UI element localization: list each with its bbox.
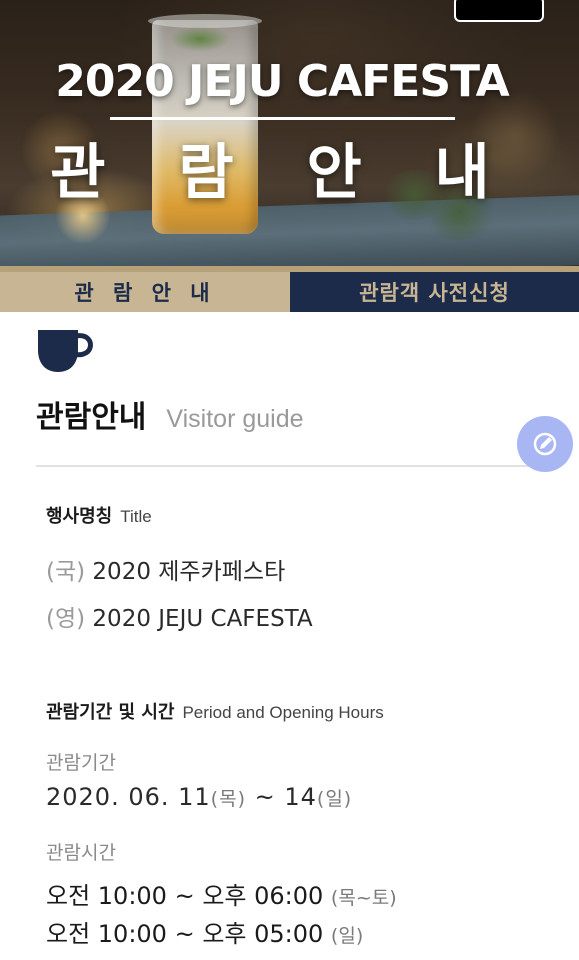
period-label-ko: 관람기간 및 시간 — [46, 702, 175, 723]
event-name-english: (영) 2020 JEJU CAFESTA — [46, 599, 313, 633]
dates-end-day: (일) — [316, 788, 353, 810]
event-name-korean: (국) 2020 제주카페스타 — [46, 552, 285, 586]
section-heading: 관람안내 Visitor guide — [36, 392, 304, 436]
hero-page-title: 관 람 안 내 — [50, 138, 516, 208]
event-name-prefix: (영) — [46, 606, 86, 632]
dates-value: 2020. 06. 11(목) ~ 14(일) — [46, 783, 352, 811]
hours-days: (일) — [330, 925, 364, 947]
tab-bar: 관 람 안 내 관람객 사전신청 — [0, 266, 579, 312]
period-label: 관람기간 및 시간 Period and Opening Hours — [46, 698, 384, 724]
edit-fab-button[interactable] — [517, 416, 573, 472]
event-name-text: 2020 JEJU CAFESTA — [92, 606, 313, 632]
dates-label: 관람기간 — [46, 752, 116, 774]
event-name-label-en: Title — [120, 507, 152, 526]
top-overlay-button[interactable] — [454, 0, 544, 22]
dates-separator: ~ — [245, 783, 285, 811]
period-label-en: Period and Opening Hours — [182, 703, 384, 722]
tab-visitor-preregistration[interactable]: 관람객 사전신청 — [290, 272, 579, 312]
event-name-prefix: (국) — [46, 559, 86, 585]
hours-text: 오전 10:00 ~ 오후 06:00 — [46, 882, 324, 910]
hours-text: 오전 10:00 ~ 오후 05:00 — [46, 920, 324, 948]
section-divider — [36, 465, 544, 467]
hours-sunday: 오전 10:00 ~ 오후 05:00 (일) — [46, 914, 363, 949]
event-name-text: 2020 제주카페스타 — [92, 559, 286, 585]
section-title-en: Visitor guide — [166, 405, 304, 433]
section-title-ko: 관람안내 — [36, 400, 147, 435]
hours-label: 관람시간 — [46, 842, 116, 864]
hero-title-rule — [110, 117, 455, 120]
garnish — [170, 26, 230, 52]
dates-end: 14 — [284, 783, 317, 811]
tab-visitor-guide[interactable]: 관 람 안 내 — [0, 272, 290, 312]
event-name-label-ko: 행사명칭 — [46, 506, 113, 527]
dates-start: 2020. 06. 11 — [46, 783, 211, 811]
hero-event-title: 2020 JEJU CAFESTA — [55, 56, 509, 107]
hours-days: (목~토) — [330, 887, 397, 909]
coffee-cup-icon — [38, 330, 93, 372]
hero-banner: 2020 JEJU CAFESTA 관 람 안 내 — [0, 0, 579, 266]
hours-weekday: 오전 10:00 ~ 오후 06:00 (목~토) — [46, 876, 397, 911]
dates-start-day: (목) — [210, 788, 246, 810]
event-name-label: 행사명칭 Title — [46, 502, 152, 528]
pencil-icon — [533, 432, 557, 456]
